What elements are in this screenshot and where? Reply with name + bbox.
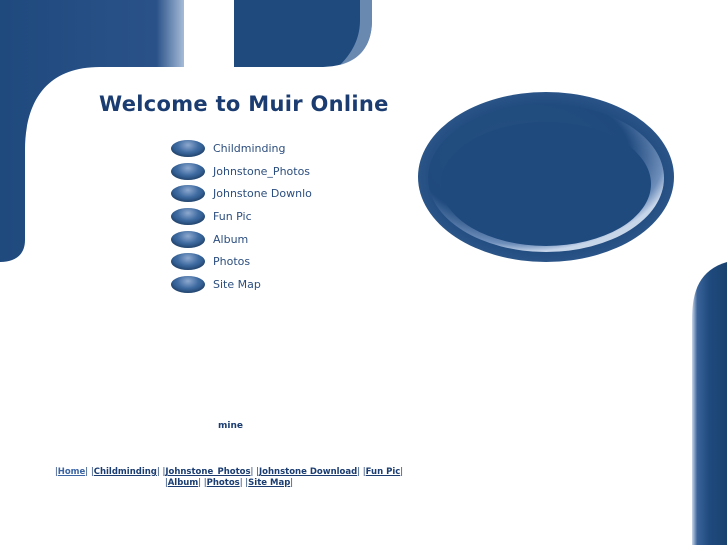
oval-bullet-icon (171, 207, 205, 225)
footer-link-album[interactable]: Album (168, 478, 199, 488)
footer-link-johnstone-download[interactable]: Johnstone Download (259, 467, 357, 477)
nav-item-johnstone-photos[interactable]: Johnstone_Photos (171, 160, 312, 183)
nav-item-label: Photos (213, 255, 251, 269)
mine-text: mine (218, 421, 243, 431)
nav-item-childminding[interactable]: Childminding (171, 137, 312, 160)
oval-bullet-icon (171, 253, 205, 271)
oval-bullet-icon (171, 139, 205, 157)
nav-item-fun-pic[interactable]: Fun Pic (171, 205, 312, 228)
nav-item-label: Fun Pic (213, 209, 252, 223)
nav-item-johnstone-download[interactable]: Johnstone Downlo (171, 182, 312, 205)
nav-item-site-map[interactable]: Site Map (171, 273, 312, 296)
nav-item-photos[interactable]: Photos (171, 250, 312, 273)
oval-bullet-icon (171, 275, 205, 293)
footer-link-home[interactable]: Home (58, 467, 86, 477)
nav-item-album[interactable]: Album (171, 228, 312, 251)
footer-links-row-2: |Album| |Photos| |Site Map| (164, 478, 294, 488)
footer-link-photos[interactable]: Photos (207, 478, 240, 488)
nav-item-label: Site Map (213, 277, 261, 291)
top-left-curve-decoration (0, 0, 727, 545)
oval-bullet-icon (171, 162, 205, 180)
footer-links-row-1: |Home| |Childminding| |Johnstone_Photos|… (54, 467, 404, 477)
oval-bullet-icon (171, 230, 205, 248)
footer-link-childminding[interactable]: Childminding (94, 467, 157, 477)
footer-link-fun-pic[interactable]: Fun Pic (366, 467, 401, 477)
nav-item-label: Childminding (213, 141, 286, 155)
main-nav: Childminding Johnstone_Photos Johnstone … (171, 137, 312, 296)
nav-item-label: Album (213, 232, 249, 246)
nav-item-label: Johnstone Downlo (213, 187, 312, 201)
oval-bullet-icon (171, 185, 205, 203)
footer-link-site-map[interactable]: Site Map (248, 478, 290, 488)
footer-link-johnstone-photos[interactable]: Johnstone_Photos (165, 467, 250, 477)
page-title: Welcome to Muir Online (99, 92, 389, 116)
nav-item-label: Johnstone_Photos (213, 164, 311, 178)
